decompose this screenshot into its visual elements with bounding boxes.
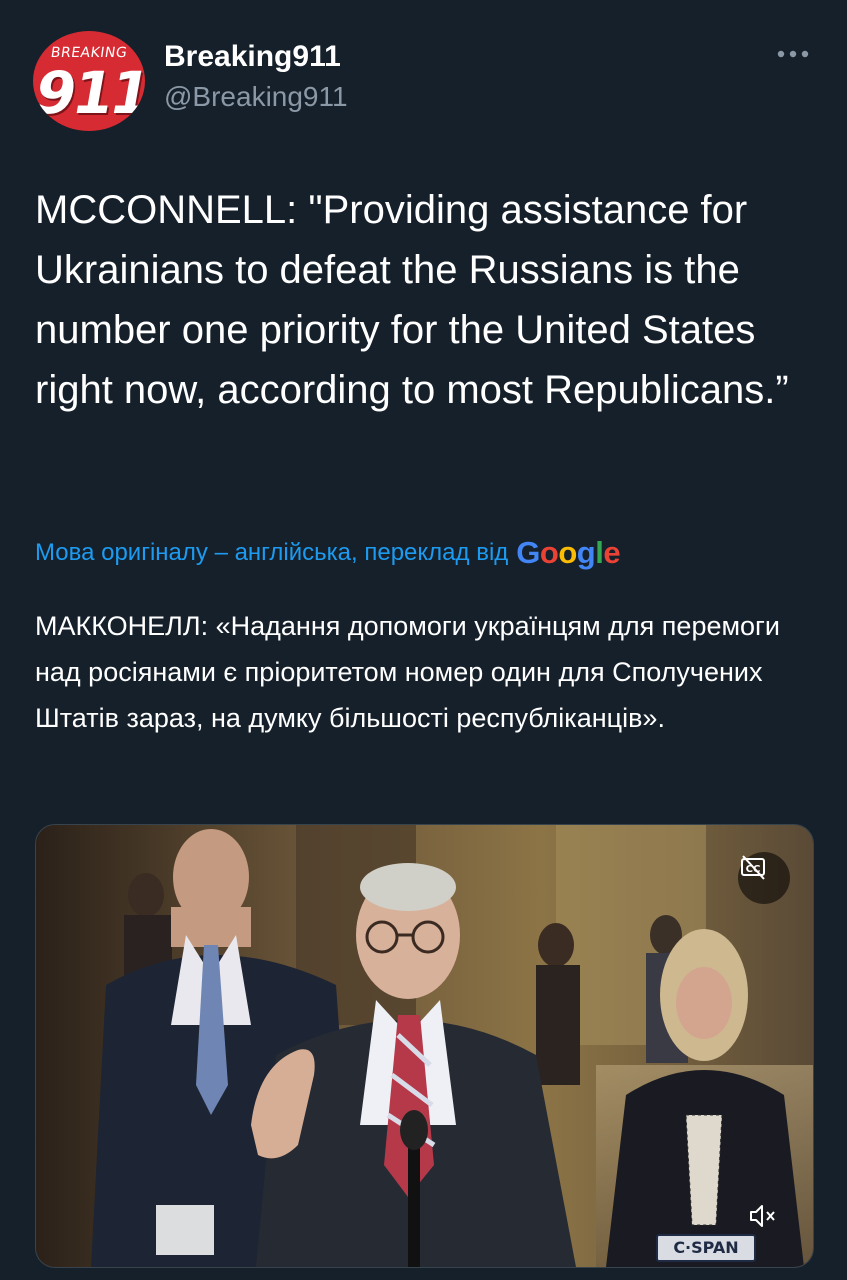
- broadcaster-logo: C·SPAN: [656, 1234, 756, 1262]
- google-logo-letter: o: [539, 535, 559, 570]
- avatar[interactable]: BREAKING 911: [33, 31, 145, 131]
- author-display-name[interactable]: Breaking911: [164, 40, 341, 74]
- tweet: BREAKING 911 Breaking911 @Breaking911 MC…: [0, 0, 847, 1280]
- avatar-logo-number: 911: [33, 59, 145, 127]
- captions-button[interactable]: CC: [738, 852, 790, 904]
- google-logo-letter: o: [558, 535, 577, 570]
- video-player[interactable]: CC C·SPAN: [35, 824, 814, 1268]
- translated-text: МАККОНЕЛЛ: «Надання допомоги українцям д…: [35, 611, 780, 733]
- more-horizontal-icon: [777, 50, 809, 58]
- translation-label: Мова оригіналу – англійська, переклад ві…: [35, 539, 509, 566]
- breaking911-logo: BREAKING 911: [33, 31, 145, 131]
- translation-attribution[interactable]: Мова оригіналу – англійська, переклад ві…: [35, 533, 815, 573]
- google-logo: Google: [516, 535, 620, 571]
- tweet-text: MCCONNELL: "Providing assistance for Ukr…: [35, 188, 789, 412]
- google-logo-letter: g: [576, 535, 596, 570]
- google-logo-letter: e: [603, 535, 621, 570]
- closed-captions-off-icon: CC: [741, 855, 765, 880]
- google-logo-letter: G: [516, 535, 540, 570]
- more-options-button[interactable]: [770, 36, 816, 72]
- video-frame: [36, 825, 813, 1267]
- volume-muted-icon: [750, 1205, 775, 1227]
- author-handle[interactable]: @Breaking911: [164, 81, 348, 113]
